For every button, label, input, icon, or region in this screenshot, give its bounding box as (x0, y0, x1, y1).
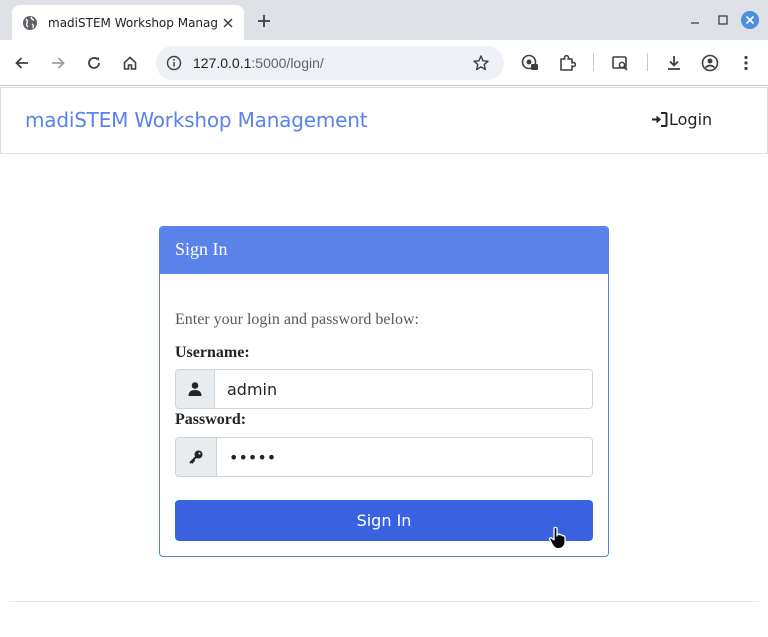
toolbar-divider (593, 53, 594, 71)
key-icon (176, 438, 217, 476)
download-icon[interactable] (662, 51, 686, 75)
bookmark-star-icon[interactable] (472, 54, 490, 72)
user-icon (176, 370, 215, 408)
password-group (175, 437, 593, 477)
tab-search-icon[interactable] (608, 51, 632, 75)
forward-arrow-icon[interactable] (46, 51, 70, 75)
url-path: :5000/login/ (251, 55, 324, 71)
nav-login-label: Login (669, 110, 713, 129)
username-label: Username: (175, 344, 250, 361)
hand-cursor-icon (548, 526, 566, 550)
home-icon[interactable] (118, 51, 142, 75)
login-hint: Enter your login and password below: (175, 311, 419, 328)
site-info-icon[interactable] (166, 55, 182, 71)
sign-in-button[interactable]: Sign In (175, 500, 593, 541)
url-text: 127.0.0.1:5000/login/ (193, 55, 324, 71)
username-group (175, 369, 593, 409)
browser-toolbar: 127.0.0.1:5000/login/ (0, 40, 768, 86)
maximize-icon[interactable] (713, 10, 733, 30)
password-label: Password: (175, 411, 247, 428)
address-bar[interactable]: 127.0.0.1:5000/login/ (156, 46, 504, 80)
sign-in-card: Sign In Enter your login and password be… (159, 226, 609, 557)
browser-tab[interactable]: madiSTEM Workshop Manag (12, 5, 244, 40)
extensions-puzzle-icon[interactable] (555, 51, 579, 75)
card-header: Sign In (160, 227, 608, 274)
globe-icon (23, 15, 37, 30)
toolbar-divider (647, 53, 648, 71)
brand-title[interactable]: madiSTEM Workshop Management (25, 108, 368, 132)
password-manager-icon[interactable] (518, 51, 542, 75)
profile-avatar-icon[interactable] (698, 51, 722, 75)
close-tab-icon[interactable] (220, 15, 236, 31)
menu-kebab-icon[interactable] (734, 51, 758, 75)
new-tab-icon[interactable] (254, 11, 274, 31)
nav-login-link[interactable]: Login (651, 110, 712, 129)
footer-divider (9, 601, 759, 602)
tab-title: madiSTEM Workshop Manag (48, 15, 218, 30)
back-arrow-icon[interactable] (10, 51, 34, 75)
tab-strip: madiSTEM Workshop Manag (0, 0, 768, 40)
url-host: 127.0.0.1 (193, 55, 252, 71)
site-navbar: madiSTEM Workshop Management Login (0, 87, 768, 154)
close-window-icon[interactable] (740, 10, 760, 30)
username-input[interactable] (215, 370, 592, 408)
password-input[interactable] (217, 438, 592, 476)
reload-icon[interactable] (82, 51, 106, 75)
minimize-icon[interactable] (685, 10, 705, 30)
sign-in-icon (652, 112, 668, 127)
